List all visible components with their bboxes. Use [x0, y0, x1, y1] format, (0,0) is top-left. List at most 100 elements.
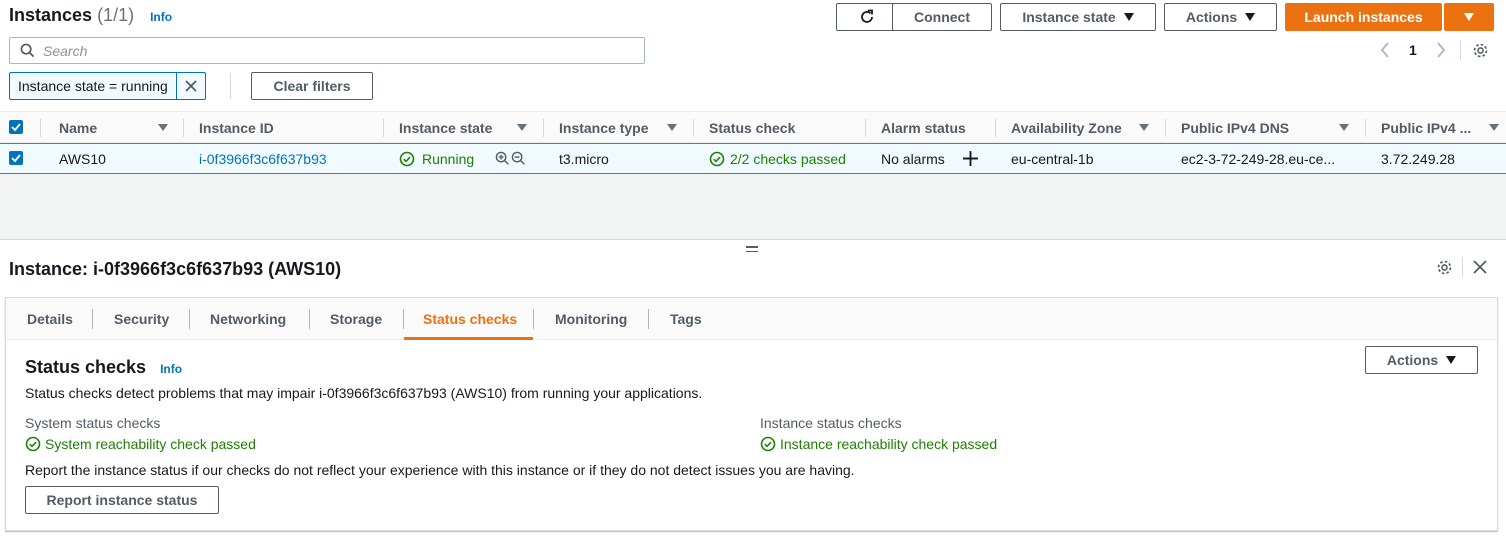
table-row[interactable]: AWS10 i-0f3966f3c6f637b93 Running t3.mic…	[0, 143, 1506, 174]
tab-monitoring[interactable]: Monitoring	[555, 298, 627, 340]
sort-icon[interactable]	[517, 124, 527, 131]
section-title: Status checks	[25, 357, 147, 377]
instance-state-text: Running	[422, 150, 475, 167]
active-tab-underline	[404, 337, 533, 340]
close-icon[interactable]	[1473, 260, 1487, 274]
row-checkbox[interactable]	[9, 151, 23, 165]
column-header-status-check[interactable]: Status check	[709, 112, 795, 143]
column-header-public-dns[interactable]: Public IPv4 DNS	[1181, 112, 1289, 143]
column-divider	[543, 119, 544, 137]
instance-status-label: Instance status checks	[760, 415, 902, 431]
detail-header-divider	[1462, 257, 1463, 277]
page-title: Instances (1/1)	[9, 5, 134, 26]
section-header: Status checks Info	[25, 357, 182, 378]
status-actions-dropdown[interactable]: Actions	[1365, 346, 1478, 374]
check-circle-icon	[709, 151, 725, 166]
caret-down-icon	[1123, 13, 1134, 21]
sort-icon[interactable]	[667, 124, 677, 131]
tab-status-checks[interactable]: Status checks	[423, 298, 517, 340]
handle-line	[746, 250, 758, 252]
info-link[interactable]: Info	[160, 362, 182, 376]
report-button-label: Report instance status	[46, 492, 198, 508]
resize-handle[interactable]	[746, 246, 758, 254]
column-header-instance-state[interactable]: Instance state	[399, 112, 492, 143]
column-header-instance-id[interactable]: Instance ID	[199, 112, 274, 143]
connect-label: Connect	[914, 9, 970, 25]
gear-icon[interactable]	[1472, 42, 1489, 59]
add-alarm-icon[interactable]	[962, 150, 979, 167]
report-description: Report the instance status if our checks…	[25, 462, 855, 478]
cell-name: AWS10	[59, 150, 106, 167]
column-divider	[1365, 119, 1366, 137]
instance-state-dropdown[interactable]: Instance state	[1000, 3, 1156, 31]
column-header-alarm-status[interactable]: Alarm status	[881, 112, 966, 143]
system-status-value: System reachability check passed	[25, 436, 256, 452]
clear-filters-button[interactable]: Clear filters	[251, 72, 373, 100]
selection-count: (1/1)	[97, 5, 135, 25]
tab-divider	[648, 309, 649, 329]
tab-storage[interactable]: Storage	[330, 298, 382, 340]
column-header-name[interactable]: Name	[59, 112, 97, 143]
tab-divider	[92, 309, 93, 329]
info-link[interactable]: Info	[150, 10, 172, 24]
column-divider	[383, 119, 384, 137]
refresh-button[interactable]	[836, 3, 898, 31]
actions-label: Actions	[1185, 9, 1238, 25]
search-icon	[20, 43, 35, 58]
zoom-out-icon[interactable]	[511, 151, 526, 166]
tab-tags[interactable]: Tags	[670, 298, 702, 340]
tab-bar: Details Security Networking Storage Stat…	[6, 298, 1497, 340]
column-divider	[183, 119, 184, 137]
cell-status-check: 2/2 checks passed	[709, 144, 846, 173]
refresh-icon	[861, 9, 873, 23]
cell-instance-id-link[interactable]: i-0f3966f3c6f637b93	[199, 144, 327, 173]
actions-dropdown[interactable]: Actions	[1164, 3, 1277, 31]
select-all-checkbox[interactable]	[9, 120, 23, 134]
connect-button[interactable]: Connect	[892, 3, 992, 31]
sort-icon[interactable]	[1489, 124, 1499, 131]
table-header: Name Instance ID Instance state Instance…	[0, 111, 1506, 143]
report-instance-status-button[interactable]: Report instance status	[25, 486, 219, 514]
tab-divider	[189, 309, 190, 329]
tab-divider	[533, 309, 534, 329]
actions-label: Actions	[1386, 352, 1439, 368]
tab-networking[interactable]: Networking	[210, 298, 286, 340]
check-circle-icon	[760, 436, 776, 452]
system-status-label: System status checks	[25, 415, 161, 431]
check-icon	[11, 154, 21, 163]
column-header-public-ipv4[interactable]: Public IPv4 ...	[1381, 112, 1471, 143]
status-check-text: 2/2 checks passed	[730, 150, 846, 167]
close-icon	[185, 80, 197, 92]
filter-token: Instance state = running	[9, 72, 206, 100]
system-status-text: System reachability check passed	[45, 436, 256, 452]
gear-icon[interactable]	[1436, 259, 1453, 276]
sort-icon[interactable]	[1139, 124, 1149, 131]
status-description: Status checks detect problems that may i…	[25, 385, 703, 401]
next-page-icon[interactable]	[1435, 42, 1447, 58]
launch-instances-button[interactable]: Launch instances	[1285, 3, 1442, 31]
detail-title: Instance: i-0f3966f3c6f637b93 (AWS10)	[9, 259, 342, 279]
cell-public-ipv4: 3.72.249.28	[1381, 150, 1455, 167]
column-header-instance-type[interactable]: Instance type	[559, 112, 648, 143]
cell-instance-state: Running	[399, 144, 474, 173]
column-divider	[40, 119, 41, 137]
zoom-in-icon[interactable]	[495, 151, 510, 166]
sort-icon[interactable]	[1339, 124, 1349, 131]
column-header-availability-zone[interactable]: Availability Zone	[1011, 112, 1122, 143]
column-divider	[865, 119, 866, 137]
tab-details[interactable]: Details	[27, 298, 73, 340]
previous-page-icon[interactable]	[1379, 42, 1391, 58]
current-page[interactable]: 1	[1409, 42, 1417, 58]
check-circle-icon	[399, 151, 415, 166]
sort-icon[interactable]	[158, 124, 168, 131]
cell-availability-zone: eu-central-1b	[1011, 150, 1094, 167]
cell-instance-type: t3.micro	[559, 150, 609, 167]
instance-status-value: Instance reachability check passed	[760, 436, 997, 452]
pagination-divider	[1460, 40, 1461, 60]
launch-split-dropdown[interactable]	[1444, 3, 1494, 31]
search-placeholder: Search	[43, 42, 88, 59]
tab-security[interactable]: Security	[114, 298, 169, 340]
remove-filter-button[interactable]	[177, 73, 205, 99]
column-divider	[995, 119, 996, 137]
search-input[interactable]: Search	[9, 37, 645, 64]
